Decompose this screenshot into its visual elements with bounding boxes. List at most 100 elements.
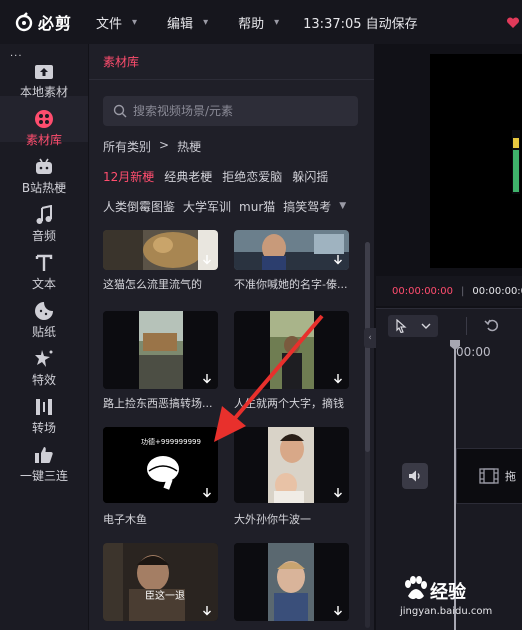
bilibili-tv-icon xyxy=(32,156,56,178)
chevron-down-icon: ▾ xyxy=(274,16,280,28)
thumbnail-overlay-text: 臣这一退 xyxy=(145,591,185,602)
speaker-icon xyxy=(409,470,420,482)
video-thumbnail[interactable] xyxy=(103,230,218,270)
track-hint-label: 拖 xyxy=(505,470,516,483)
breadcrumb-current: 热梗 xyxy=(177,140,202,154)
breadcrumb-separator: > xyxy=(159,138,170,152)
nav-effects[interactable]: 特效 xyxy=(0,344,88,392)
ruler-label: 00:00 xyxy=(456,345,491,359)
nav-label: 文本 xyxy=(31,277,56,291)
filter-chip[interactable]: mur猫 xyxy=(239,198,275,215)
watermark: 经验 jingyan.baidu.com xyxy=(400,574,522,630)
effects-star-icon xyxy=(32,348,56,370)
autosave-status: 13:37:05 自动保存 xyxy=(303,16,418,32)
time-display: 00:00:00:00 | 00:00:00:00 xyxy=(376,276,522,306)
toolbar-divider xyxy=(466,317,467,335)
watermark-site: jingyan.baidu.com xyxy=(400,606,493,617)
sticker-icon xyxy=(32,300,56,322)
menu-file-label: 文件 xyxy=(96,16,123,32)
video-thumbnail[interactable] xyxy=(234,230,349,270)
search-input[interactable] xyxy=(133,104,343,118)
upload-icon xyxy=(32,60,56,82)
watermark-brand: 经验 xyxy=(430,582,466,603)
app-name: 必剪 xyxy=(38,14,73,33)
filter-chip[interactable]: 人类倒霉图鉴 xyxy=(103,198,175,215)
filter-chip[interactable]: 躲闪摇 xyxy=(292,168,328,185)
nav-material-library[interactable]: 素材库 xyxy=(0,104,88,152)
logo-icon xyxy=(14,12,34,32)
nav-triple-like[interactable]: 一键三连 xyxy=(0,440,88,488)
filter-chip[interactable]: 搞笑驾考 xyxy=(283,198,331,215)
cursor-icon xyxy=(396,319,407,333)
nav-label: 素材库 xyxy=(25,133,62,147)
download-icon[interactable] xyxy=(332,487,344,499)
baidu-paw-logo xyxy=(405,576,427,600)
nav-label: 本地素材 xyxy=(19,85,68,99)
breadcrumb-root[interactable]: 所有类别 xyxy=(103,138,151,155)
download-icon[interactable] xyxy=(201,254,213,266)
nav-label: 音频 xyxy=(31,229,56,243)
menu-edit[interactable]: 编辑 ▾ xyxy=(167,13,208,32)
menu-edit-label: 编辑 xyxy=(167,16,194,32)
collapse-panel-button[interactable]: ‹ xyxy=(364,328,376,348)
menu-file[interactable]: 文件 ▾ xyxy=(96,13,137,32)
top-bar: 必剪 文件 ▾ 编辑 ▾ 帮助 ▾ 13:37:05 自动保存 xyxy=(0,0,522,44)
nav-label: B站热梗 xyxy=(21,181,67,195)
app-logo: 必剪 xyxy=(14,10,86,34)
nav-local-material[interactable]: 本地素材 xyxy=(0,56,88,104)
download-icon[interactable] xyxy=(332,373,344,385)
transition-icon xyxy=(32,396,56,418)
menu-help-label: 帮助 xyxy=(238,16,265,32)
timeline-ruler[interactable]: 00:00 xyxy=(376,340,522,362)
chevron-down-icon: ▾ xyxy=(132,16,138,28)
nav-transition[interactable]: 转场 xyxy=(0,392,88,440)
card-caption: 大外孙你牛波一 xyxy=(234,513,311,526)
library-scrollbar[interactable] xyxy=(365,242,370,628)
filter-chip[interactable]: 12月新梗 xyxy=(103,168,154,185)
filter-chip[interactable]: 拒绝恋爱脑 xyxy=(222,168,282,185)
filter-chip[interactable]: 经典老梗 xyxy=(164,168,212,185)
card-caption: 电子木鱼 xyxy=(103,513,147,526)
library-tab-bar: 素材库 xyxy=(89,44,374,80)
filter-chip[interactable]: 大学军训 xyxy=(183,198,231,215)
expand-filters-icon[interactable]: ▼ xyxy=(339,201,346,215)
heart-icon[interactable] xyxy=(506,16,520,30)
timeline-toolbar xyxy=(376,308,522,340)
video-thumbnail[interactable] xyxy=(234,543,349,621)
left-nav: ··· 本地素材 素材库 B站热梗 音频 文本 贴纸 特效 转场 一键三连 xyxy=(0,44,88,630)
film-icon xyxy=(479,468,499,484)
download-icon[interactable] xyxy=(332,254,344,266)
pointer-tool-select[interactable] xyxy=(388,315,438,337)
chevron-down-icon: ▾ xyxy=(203,16,209,28)
download-icon[interactable] xyxy=(201,487,213,499)
chevron-down-icon xyxy=(421,323,431,329)
video-preview xyxy=(430,54,522,268)
current-time: 00:00:00:00 xyxy=(392,285,454,297)
music-note-icon xyxy=(32,204,56,226)
nav-sticker[interactable]: 贴纸 xyxy=(0,296,88,344)
video-thumbnail[interactable]: 臣这一退 xyxy=(103,543,218,621)
nav-text[interactable]: 文本 xyxy=(0,248,88,296)
nav-label: 一键三连 xyxy=(19,469,68,483)
nav-label: 转场 xyxy=(31,421,56,435)
nav-label: 贴纸 xyxy=(31,325,56,339)
material-library-icon xyxy=(32,108,56,130)
total-time: 00:00:00:00 xyxy=(472,285,522,297)
filter-row-2: 人类倒霉图鉴 大学军训 mur猫 搞笑驾考 ▼ xyxy=(103,198,368,215)
search-icon xyxy=(113,104,127,118)
nav-label: 特效 xyxy=(31,373,56,387)
tab-material-library[interactable]: 素材库 xyxy=(103,53,139,70)
mute-button[interactable] xyxy=(402,463,428,489)
nav-bilibili-memes[interactable]: B站热梗 xyxy=(0,152,88,200)
thumbs-up-icon xyxy=(32,444,56,466)
search-box[interactable] xyxy=(103,96,358,126)
undo-icon[interactable] xyxy=(484,317,500,333)
time-separator: | xyxy=(461,285,465,297)
card-caption: 这猫怎么流里流气的 xyxy=(103,278,202,291)
video-track-dropzone[interactable]: 拖 xyxy=(456,448,522,504)
download-icon[interactable] xyxy=(201,605,213,617)
thumbnail-overlay-text: 功德+999999999 xyxy=(141,438,201,446)
download-icon[interactable] xyxy=(332,605,344,617)
menu-help[interactable]: 帮助 ▾ xyxy=(238,13,279,32)
nav-audio[interactable]: 音频 xyxy=(0,200,88,248)
